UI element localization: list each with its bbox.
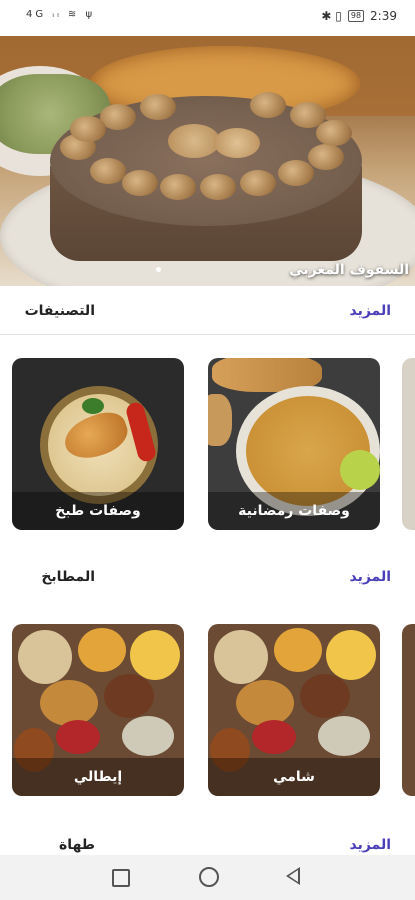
card-label: شامي <box>208 758 380 796</box>
battery-icon: 98 <box>347 10 365 22</box>
card-label: وصفات طبخ <box>12 492 184 530</box>
category-card-partial[interactable] <box>402 358 415 530</box>
chefs-title: طهاة <box>59 837 95 853</box>
card-label: إيطالي <box>12 758 184 796</box>
bluetooth-vibrate-icons: ✱ ▯ <box>321 9 342 23</box>
banner-title: السفوف المغربي <box>289 262 409 278</box>
card-label: وصفات رمضانية <box>208 492 380 530</box>
cuisines-header: المزيد المطابخ <box>0 558 415 598</box>
cuisines-more-link[interactable]: المزيد <box>350 569 392 585</box>
cuisine-card-partial[interactable] <box>402 624 415 796</box>
clock: 2:39 <box>370 9 397 23</box>
status-right: ✱ ▯ 98 2:39 <box>321 9 397 23</box>
home-icon[interactable] <box>199 867 219 887</box>
categories-more-link[interactable]: المزيد <box>350 303 392 319</box>
chefs-more-link[interactable]: المزيد <box>350 837 392 853</box>
featured-recipe-banner[interactable]: السفوف المغربي <box>0 36 415 286</box>
recents-icon[interactable] <box>112 869 130 887</box>
system-nav-bar <box>0 855 415 900</box>
cuisines-title: المطابخ <box>41 569 95 585</box>
cuisine-card-shami[interactable]: شامي <box>208 624 380 796</box>
cuisine-card-italian[interactable]: إيطالي <box>12 624 184 796</box>
signal-wifi-indicators: 4G ᵢₗ ≋ ψ <box>26 9 96 20</box>
category-card-ramadan[interactable]: وصفات رمضانية <box>208 358 380 530</box>
categories-title: التصنيفات <box>24 303 95 319</box>
category-card-cooking[interactable]: وصفات طبخ <box>12 358 184 530</box>
divider <box>0 334 415 335</box>
carousel-indicator-dot <box>156 267 161 272</box>
categories-header: المزيد التصنيفات <box>0 292 415 332</box>
status-bar: 4G ᵢₗ ≋ ψ ✱ ▯ 98 2:39 <box>0 0 415 36</box>
